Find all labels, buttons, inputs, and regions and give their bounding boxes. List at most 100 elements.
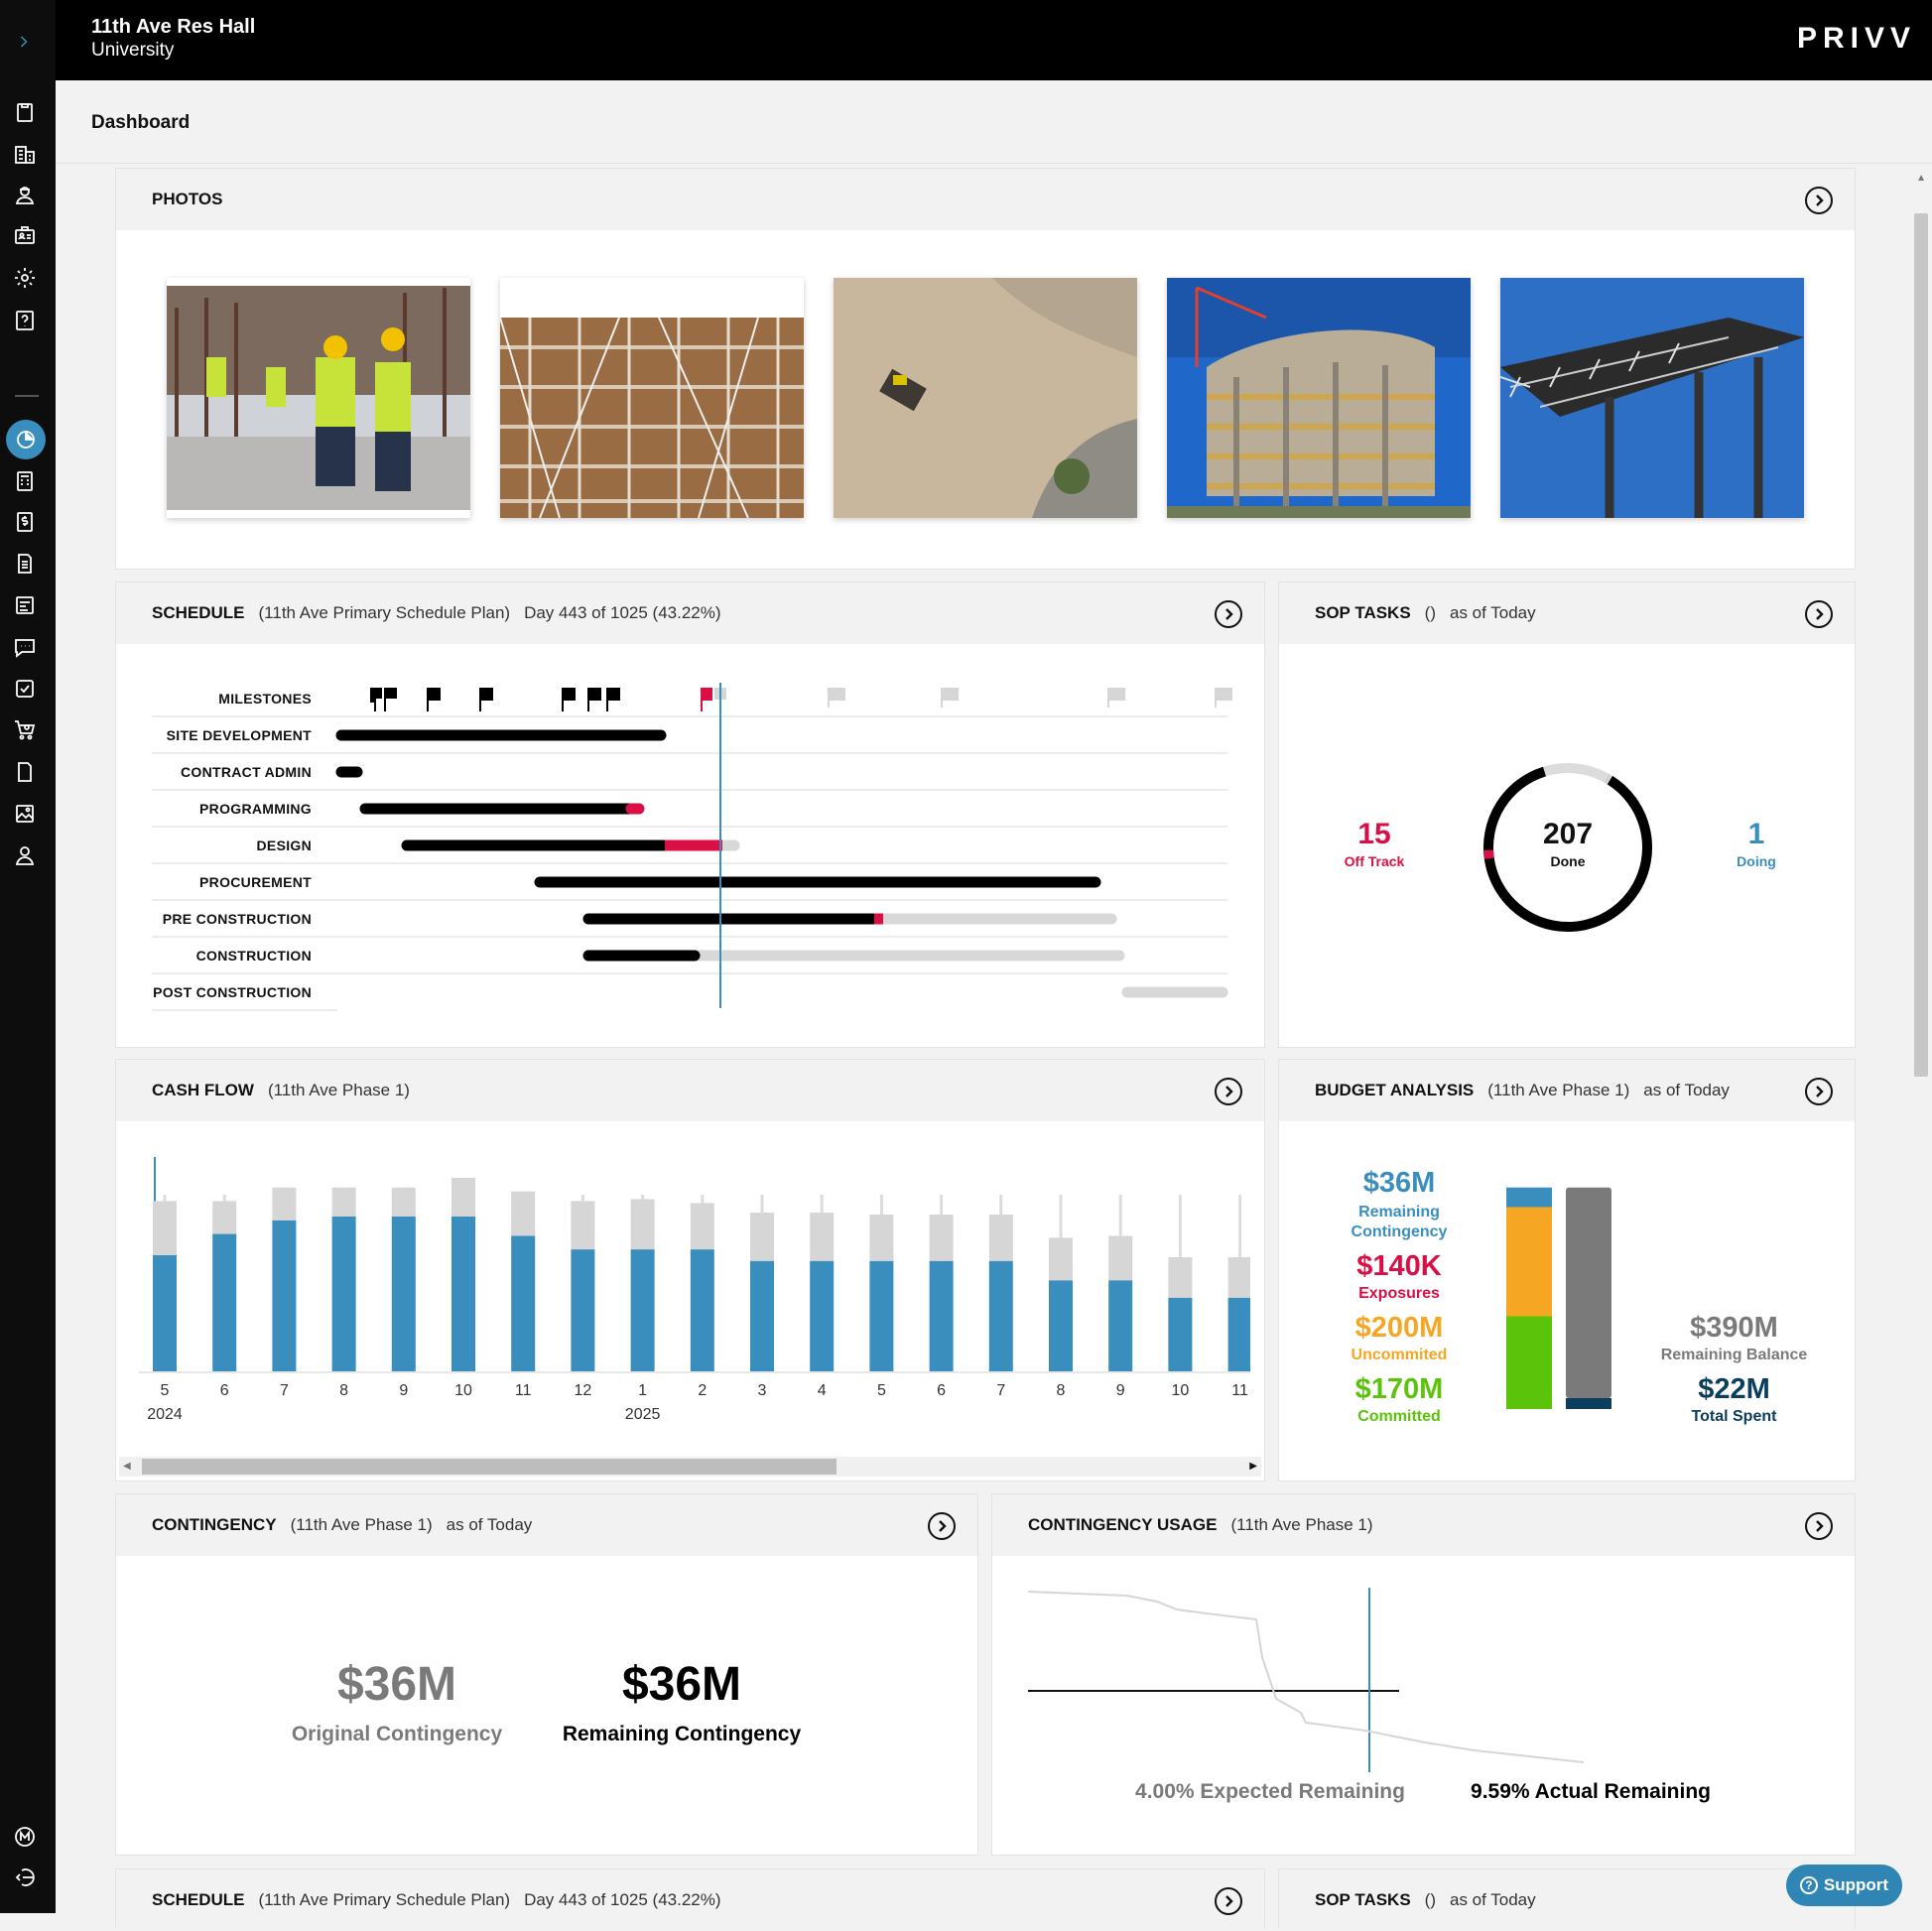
cashflow-bar-actual[interactable] [1049, 1280, 1073, 1371]
user-icon[interactable] [12, 842, 38, 868]
cashflow-bar-projected[interactable] [1168, 1256, 1193, 1298]
schedule2-open-icon[interactable] [1215, 1887, 1242, 1915]
cashflow-open-icon[interactable] [1215, 1078, 1242, 1105]
cashflow-tick-label: 11 [1231, 1382, 1248, 1399]
cashflow-bar-projected[interactable] [929, 1215, 954, 1261]
budget-spent-segment[interactable] [1566, 1398, 1611, 1409]
cashflow-bar-projected[interactable] [153, 1201, 177, 1255]
cashflow-bar-actual[interactable] [810, 1260, 835, 1371]
cashflow-bar-projected[interactable] [331, 1187, 356, 1217]
contingency-usage-title: CONTINGENCY USAGE [1028, 1515, 1218, 1534]
cashflow-tick-label: 5 [877, 1382, 886, 1399]
cashflow-bar-projected[interactable] [869, 1215, 894, 1261]
cashflow-bar-actual[interactable] [451, 1217, 475, 1371]
cashflow-bar-projected[interactable] [690, 1203, 714, 1250]
scroll-left-arrow-icon[interactable]: ◀ [123, 1461, 131, 1472]
m-badge-icon[interactable] [12, 1824, 38, 1850]
support-button[interactable]: ? Support [1786, 1865, 1902, 1906]
cashflow-bar-projected[interactable] [1108, 1235, 1133, 1281]
expand-chevron-icon[interactable] [14, 28, 34, 56]
clipboard-icon[interactable] [12, 99, 38, 125]
cashflow-bar-actual[interactable] [988, 1260, 1013, 1371]
scrollbar-thumb[interactable] [142, 1459, 837, 1475]
scroll-right-arrow-icon[interactable]: ▶ [1249, 1461, 1257, 1472]
cashflow-bar-projected[interactable] [988, 1215, 1013, 1261]
cashflow-bar-actual[interactable] [630, 1249, 655, 1371]
help-icon[interactable] [12, 308, 38, 333]
project-name[interactable]: 11th Ave Res Hall [91, 16, 255, 39]
cashflow-bar-actual[interactable] [929, 1260, 954, 1371]
dollar-icon[interactable] [12, 509, 38, 535]
cashflow-bar-projected[interactable] [750, 1213, 774, 1261]
cashflow-bar-actual[interactable] [391, 1217, 416, 1371]
cashflow-bar-actual[interactable] [1108, 1280, 1133, 1371]
logout-icon[interactable] [12, 1865, 38, 1890]
cashflow-bar-projected[interactable] [511, 1191, 536, 1236]
doing-value[interactable]: 1 [1707, 818, 1806, 851]
photo-excavation[interactable] [834, 278, 1137, 518]
contingency-open-icon[interactable] [928, 1512, 956, 1540]
cashflow-horizontal-scrollbar[interactable]: ◀ ▶ [119, 1457, 1261, 1477]
cashflow-bar-actual[interactable] [212, 1233, 237, 1371]
privv-logo[interactable]: PRIVV [1797, 22, 1916, 56]
uncommitted-value: $200M [1354, 1312, 1444, 1344]
worker-icon[interactable] [12, 182, 38, 207]
page-vertical-scrollbar[interactable] [1914, 213, 1928, 1077]
budget-committed-segment[interactable] [1506, 1316, 1552, 1410]
cashflow-bar-actual[interactable] [571, 1249, 595, 1371]
cashflow-bar-actual[interactable] [511, 1235, 536, 1372]
photos-icon[interactable] [12, 801, 38, 827]
photos-open-icon[interactable] [1805, 187, 1833, 214]
cashflow-bar-actual[interactable] [1168, 1297, 1193, 1371]
help-circle-icon: ? [1799, 1876, 1818, 1894]
cashflow-bar-actual[interactable] [153, 1255, 177, 1371]
photo-workers[interactable] [167, 278, 470, 518]
cashflow-bar-projected[interactable] [391, 1187, 416, 1217]
photos-title: PHOTOS [152, 190, 223, 208]
cashflow-bar-actual[interactable] [272, 1220, 297, 1371]
list-icon[interactable] [12, 592, 38, 618]
chat-icon[interactable] [12, 634, 38, 660]
cashflow-bar-projected[interactable] [272, 1187, 297, 1221]
cashflow-bar-actual[interactable] [331, 1217, 356, 1371]
document-icon[interactable] [12, 551, 38, 577]
contingency-usage-open-icon[interactable] [1805, 1512, 1833, 1540]
photo-steel-structure[interactable] [1500, 278, 1804, 518]
cashflow-bar-actual[interactable] [690, 1249, 714, 1371]
photo-building-frame[interactable] [1167, 278, 1471, 518]
cashflow-bar-actual[interactable] [869, 1260, 894, 1371]
schedule-open-icon[interactable] [1215, 600, 1242, 628]
sop-filter: () [1424, 603, 1436, 622]
cashflow-tick-label: 12 [575, 1382, 592, 1399]
cart-gear-icon[interactable] [12, 716, 38, 742]
cashflow-bar-projected[interactable] [1227, 1256, 1250, 1298]
off-track-value[interactable]: 15 [1320, 818, 1429, 851]
cashflow-bar-actual[interactable] [1227, 1297, 1250, 1371]
sop-open-icon[interactable] [1805, 600, 1833, 628]
checkbox-icon[interactable] [12, 676, 38, 702]
cashflow-bar-projected[interactable] [212, 1201, 237, 1234]
budget-uncommitted-segment[interactable] [1506, 1207, 1552, 1317]
cashflow-bar-projected[interactable] [1049, 1237, 1073, 1281]
contingency-card-header: CONTINGENCY (11th Ave Phase 1) as of Tod… [116, 1494, 977, 1556]
budget-balance-segment[interactable] [1566, 1187, 1611, 1398]
cashflow-bar-projected[interactable] [571, 1201, 595, 1250]
top-bar: 11th Ave Res Hall University PRIVV [56, 0, 1932, 80]
dashboard-icon[interactable] [6, 420, 46, 459]
budget-contingency-segment[interactable] [1506, 1187, 1552, 1208]
cashflow-bar-projected[interactable] [630, 1199, 655, 1250]
cashflow-bar-actual[interactable] [750, 1260, 774, 1371]
calculator-icon[interactable] [12, 468, 38, 494]
done-label: Done [1550, 853, 1586, 869]
scroll-up-arrow-icon[interactable]: ▲ [1916, 173, 1926, 184]
id-card-icon[interactable] [12, 222, 38, 248]
cashflow-bar-projected[interactable] [451, 1178, 475, 1217]
file-icon[interactable] [12, 759, 38, 785]
cashflow-tick-label: 9 [1116, 1382, 1125, 1399]
settings-gear-icon[interactable] [12, 265, 38, 291]
buildings-icon[interactable] [12, 141, 38, 167]
photo-formwork[interactable] [500, 278, 804, 518]
budget-open-icon[interactable] [1805, 1078, 1833, 1105]
cashflow-bar-projected[interactable] [810, 1213, 835, 1261]
contingency-usage-card-header: CONTINGENCY USAGE (11th Ave Phase 1) [992, 1494, 1855, 1556]
